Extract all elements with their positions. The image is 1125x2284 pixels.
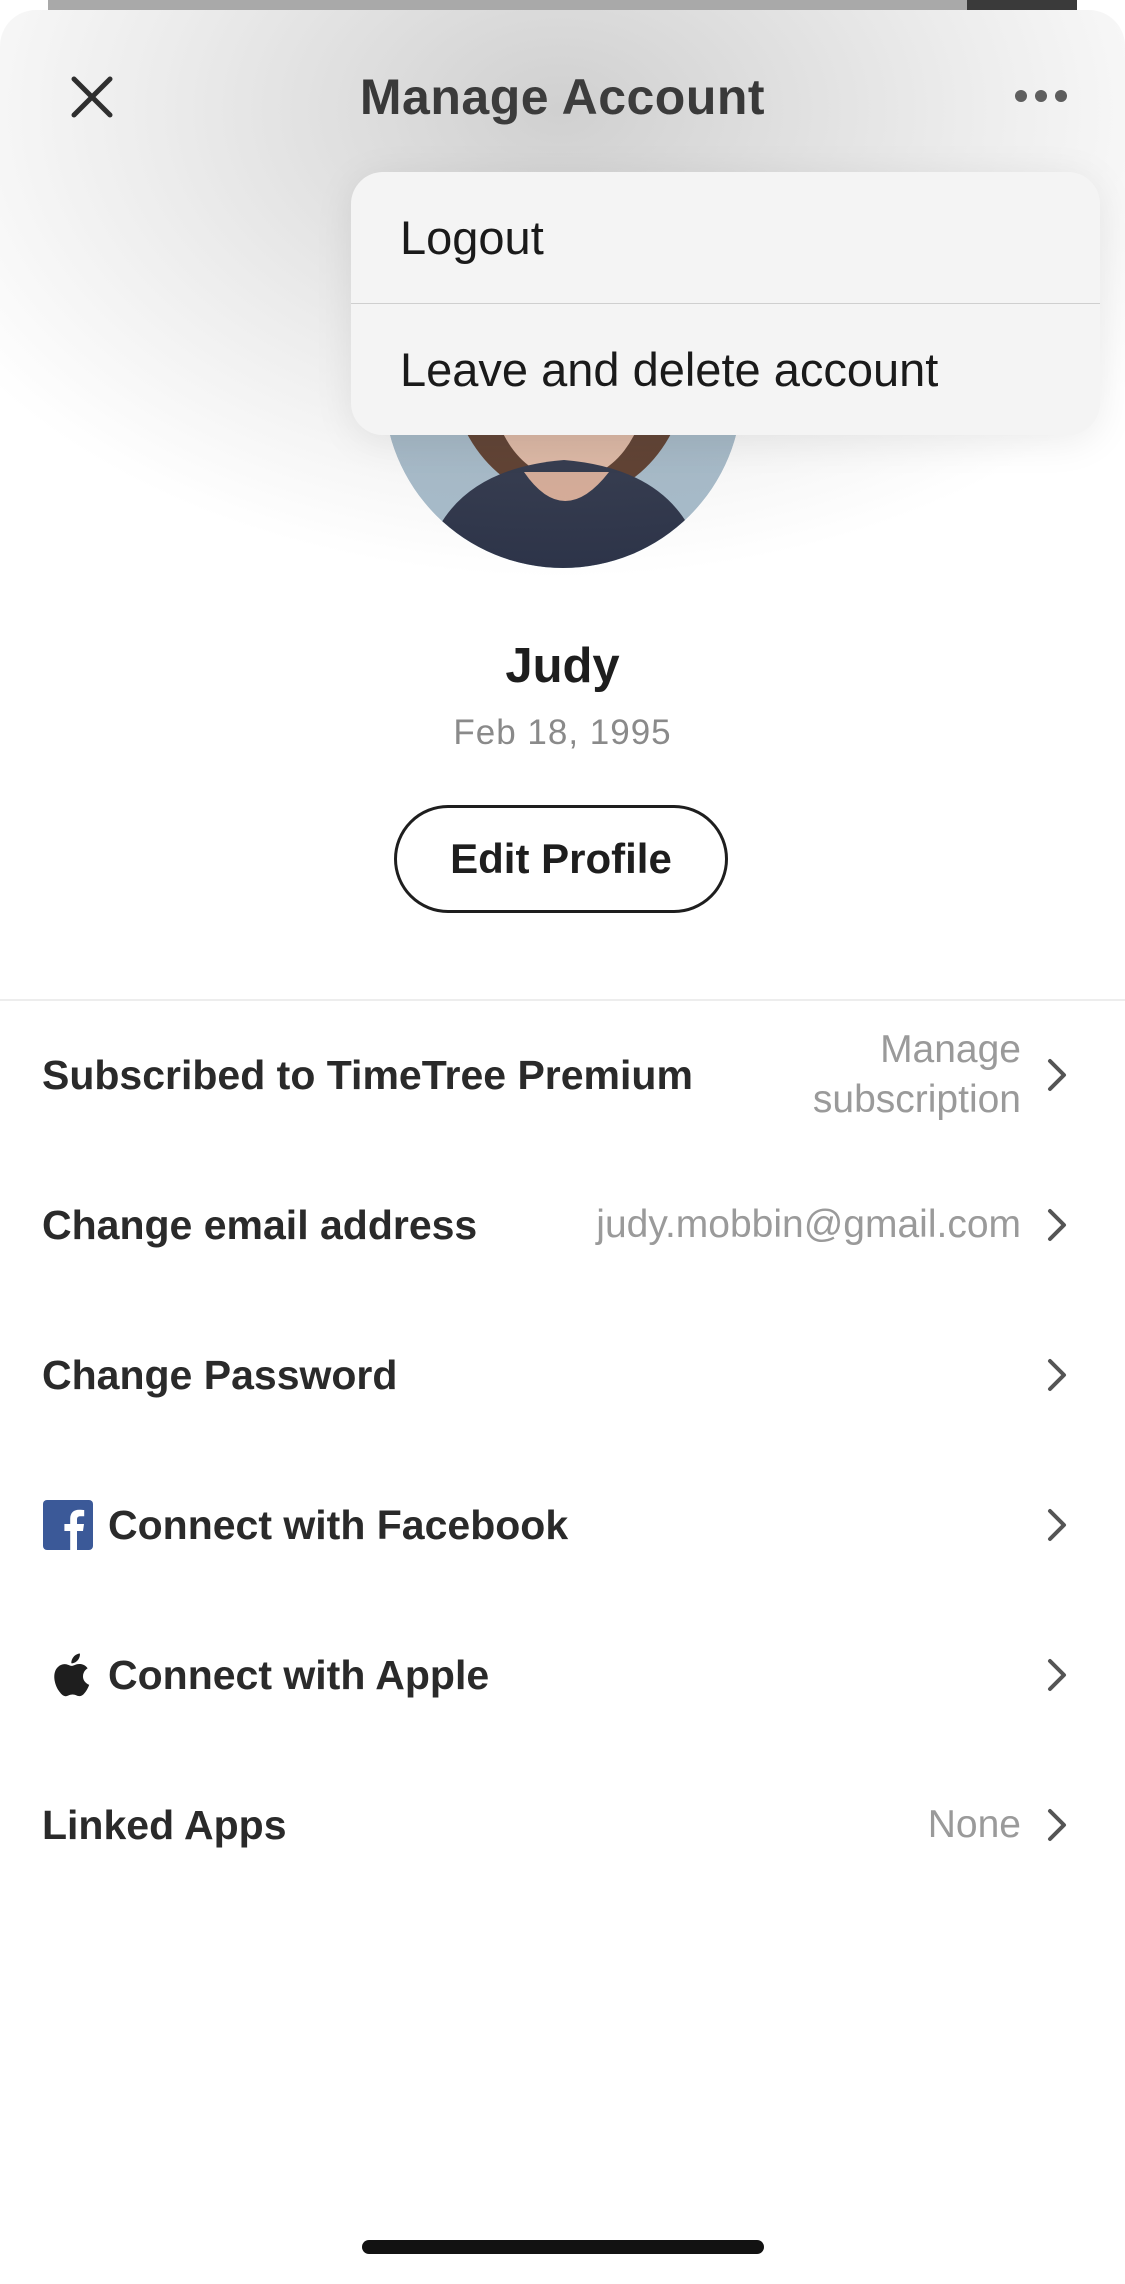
- connect-apple-row[interactable]: Connect with Apple: [0, 1600, 1125, 1750]
- profile-birthday: Feb 18, 1995: [453, 713, 672, 752]
- logout-menu-item[interactable]: Logout: [351, 172, 1100, 303]
- change-password-label: Change Password: [42, 1351, 398, 1398]
- manage-subscription-link[interactable]: Manage subscription: [761, 1025, 1021, 1125]
- manage-account-sheet: Manage Account Judy Feb 18, 1995 Edit Pr…: [0, 10, 1125, 2284]
- connect-apple-label: Connect with Apple: [108, 1651, 490, 1698]
- premium-label: Subscribed to TimeTree Premium: [42, 1051, 693, 1098]
- more-options-button[interactable]: [1009, 76, 1073, 116]
- more-horizontal-icon: [1015, 90, 1067, 102]
- settings-list: Subscribed to TimeTree Premium Manage su…: [0, 1000, 1125, 1900]
- premium-subscription-row[interactable]: Subscribed to TimeTree Premium Manage su…: [0, 1000, 1125, 1150]
- connect-facebook-label: Connect with Facebook: [108, 1501, 569, 1548]
- screen: Manage Account Judy Feb 18, 1995 Edit Pr…: [0, 0, 1125, 2284]
- change-email-row[interactable]: Change email address judy.mobbin@gmail.c…: [0, 1150, 1125, 1300]
- facebook-icon: [42, 1499, 94, 1551]
- chevron-right-icon: [1043, 1505, 1071, 1545]
- connect-facebook-row[interactable]: Connect with Facebook: [0, 1450, 1125, 1600]
- chevron-right-icon: [1043, 1205, 1071, 1245]
- chevron-right-icon: [1043, 1355, 1071, 1395]
- home-indicator: [362, 2240, 764, 2254]
- leave-and-delete-account-menu-item[interactable]: Leave and delete account: [351, 304, 1100, 435]
- linked-apps-row[interactable]: Linked Apps None: [0, 1750, 1125, 1900]
- profile-name: Judy: [505, 639, 620, 693]
- chevron-right-icon: [1043, 1055, 1071, 1095]
- close-button[interactable]: [60, 65, 124, 129]
- change-password-row[interactable]: Change Password: [0, 1300, 1125, 1450]
- email-value: judy.mobbin@gmail.com: [596, 1203, 1021, 1246]
- change-email-label: Change email address: [42, 1201, 478, 1248]
- chevron-right-icon: [1043, 1805, 1071, 1845]
- more-options-menu: Logout Leave and delete account: [351, 172, 1100, 435]
- page-title: Manage Account: [359, 69, 766, 125]
- linked-apps-label: Linked Apps: [42, 1801, 287, 1848]
- linked-apps-value: None: [927, 1803, 1021, 1846]
- edit-profile-button[interactable]: Edit Profile: [394, 805, 728, 913]
- apple-icon: [42, 1649, 94, 1701]
- close-icon: [71, 76, 113, 118]
- chevron-right-icon: [1043, 1655, 1071, 1695]
